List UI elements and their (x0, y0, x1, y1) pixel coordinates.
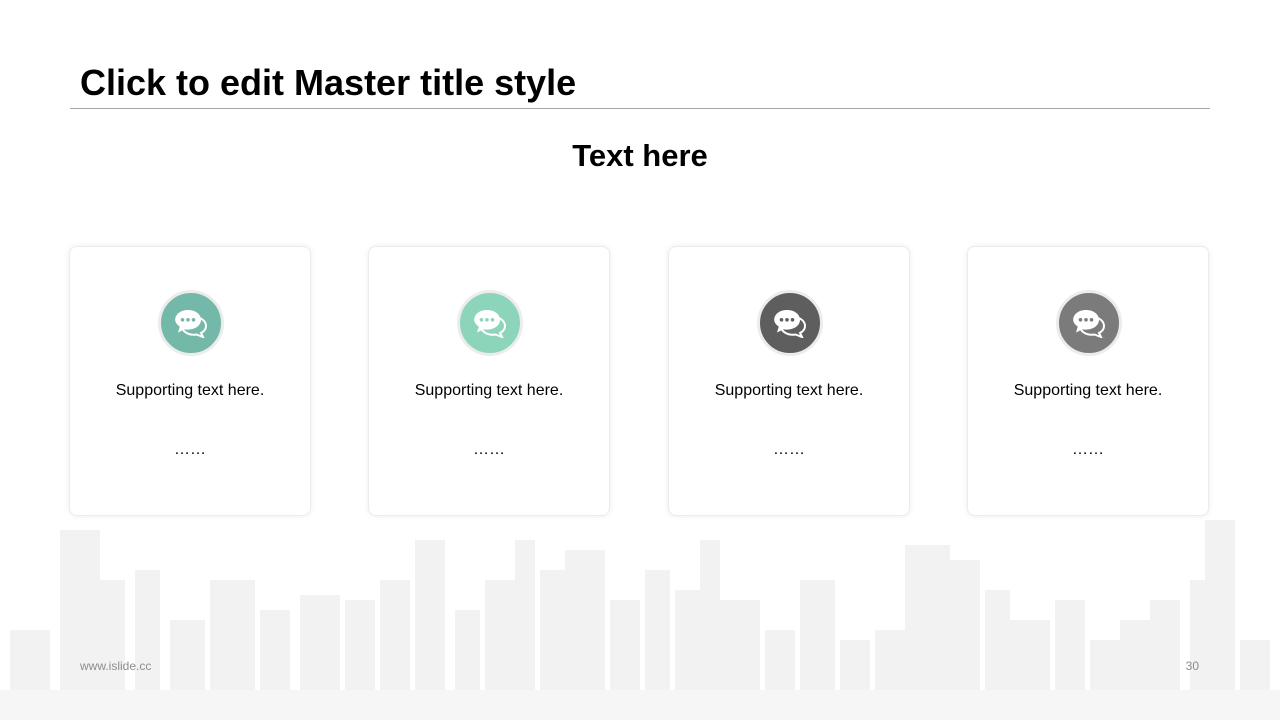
slide: Click to edit Master title style Text he… (0, 0, 1280, 720)
chat-bubbles-icon (757, 290, 823, 356)
card-row: Supporting text here. …… Supporting text… (69, 246, 1210, 516)
slide-subtitle[interactable]: Text here (0, 137, 1280, 175)
chat-bubbles-icon (1056, 290, 1122, 356)
card-text[interactable]: Supporting text here. (369, 381, 609, 401)
chat-bubbles-icon (457, 290, 523, 356)
title-divider (70, 108, 1210, 109)
footer-url: www.islide.cc (80, 659, 152, 673)
chat-bubbles-glyph (175, 310, 208, 338)
card-dots: …… (1072, 441, 1104, 458)
chat-bubbles-glyph (1073, 310, 1106, 338)
card-2[interactable]: Supporting text here. …… (368, 246, 610, 516)
page-number: 30 (1185, 659, 1199, 673)
chat-bubbles-glyph (474, 310, 507, 338)
card-4[interactable]: Supporting text here. …… (967, 246, 1209, 516)
card-text[interactable]: Supporting text here. (70, 381, 310, 401)
ground-band (0, 690, 1280, 720)
card-3[interactable]: Supporting text here. …… (668, 246, 910, 516)
chat-bubbles-glyph (774, 310, 807, 338)
card-dots: …… (473, 441, 505, 458)
card-text[interactable]: Supporting text here. (669, 381, 909, 401)
chat-bubbles-icon (158, 290, 224, 356)
card-1[interactable]: Supporting text here. …… (69, 246, 311, 516)
card-text[interactable]: Supporting text here. (968, 381, 1208, 401)
card-dots: …… (773, 441, 805, 458)
master-title[interactable]: Click to edit Master title style (80, 62, 576, 104)
card-dots: …… (174, 441, 206, 458)
